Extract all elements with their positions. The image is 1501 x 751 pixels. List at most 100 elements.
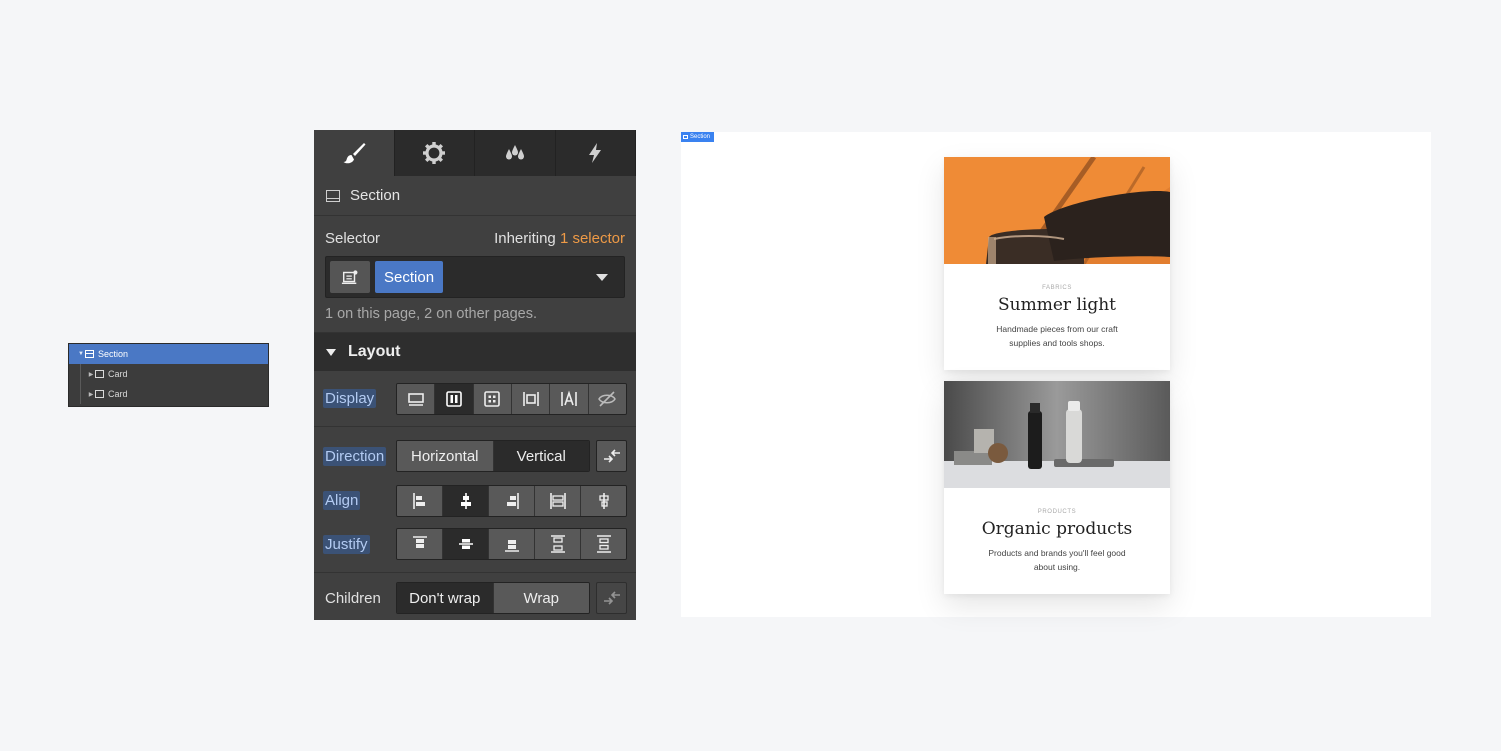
display-flex-icon: [446, 390, 462, 407]
section-icon: [85, 350, 94, 358]
align-end-icon: [506, 492, 519, 509]
display-inline-icon: [561, 389, 577, 406]
inheriting-selector-link[interactable]: 1 selector: [560, 230, 625, 247]
layout-title: Layout: [348, 343, 401, 360]
div-block-icon: [95, 390, 104, 398]
card[interactable]: FABRICS Summer light Handmade pieces fro…: [944, 157, 1170, 370]
tab-interactions[interactable]: [556, 130, 636, 176]
justify-end-button[interactable]: [489, 529, 535, 559]
paintbrush-icon: [343, 143, 366, 164]
navigator-item-label: Card: [108, 389, 128, 399]
justify-label: Justify: [323, 534, 370, 554]
justify-row: Justify: [314, 522, 636, 566]
class-tag-icon: [341, 270, 358, 285]
align-stretch-button[interactable]: [535, 485, 581, 516]
display-inline-button[interactable]: [550, 383, 589, 414]
selector-label: Selector: [325, 230, 381, 247]
align-center-button[interactable]: [443, 485, 489, 516]
align-baseline-button[interactable]: [581, 485, 626, 516]
tab-style-manager[interactable]: [475, 130, 556, 176]
display-options: [396, 382, 627, 415]
justify-center-icon: [458, 539, 473, 549]
justify-end-icon: [504, 540, 519, 552]
display-label-wrap: Display: [323, 389, 396, 408]
align-label-wrap: Align: [323, 491, 396, 510]
gear-icon: [423, 142, 446, 164]
reverse-arrows-icon: [603, 591, 620, 605]
div-block-icon: [95, 370, 104, 378]
align-start-button[interactable]: [397, 485, 443, 516]
section-badge-label: Section: [690, 134, 711, 140]
layout-section-header[interactable]: Layout: [314, 333, 636, 371]
display-block-icon: [407, 392, 424, 406]
align-stretch-icon: [549, 492, 566, 509]
children-row: Children Don't wrap Wrap: [314, 573, 636, 623]
card-category: PRODUCTS: [1037, 509, 1077, 515]
card[interactable]: PRODUCTS Organic products Products and b…: [944, 381, 1170, 594]
direction-row: Direction Horizontal Vertical: [314, 427, 636, 479]
style-panel: Section Selector Inheriting 1 selector S…: [314, 130, 636, 620]
align-end-button[interactable]: [489, 485, 535, 516]
justify-space-around-icon: [596, 535, 611, 553]
wrap-button[interactable]: Wrap: [493, 583, 589, 613]
bottles-image: [944, 381, 1170, 488]
justify-start-icon: [412, 536, 427, 548]
justify-space-around-button[interactable]: [581, 529, 626, 559]
caret-right-icon[interactable]: ▶: [87, 371, 95, 378]
direction-horizontal-button[interactable]: Horizontal: [397, 441, 494, 471]
display-label: Display: [323, 389, 377, 408]
designer-canvas[interactable]: Section FABRICS Summer light Handmade pi…: [681, 132, 1431, 617]
justify-start-button[interactable]: [397, 529, 443, 559]
card-description: Products and brands you'll feel good abo…: [988, 548, 1126, 572]
selector-field[interactable]: Section: [325, 256, 625, 298]
eye-slash-icon: [598, 390, 617, 407]
reverse-wrap-button[interactable]: [596, 582, 627, 614]
direction-label: Direction: [323, 446, 387, 466]
display-block-button[interactable]: [397, 383, 436, 414]
navigator-item-section[interactable]: ▼ Section: [69, 344, 268, 364]
selector-dropdown-icon[interactable]: [596, 273, 608, 281]
card-title: Summer light: [998, 295, 1116, 315]
direction-vertical-button[interactable]: Vertical: [493, 441, 589, 471]
justify-center-button[interactable]: [443, 529, 489, 559]
reverse-arrows-icon: [603, 449, 620, 463]
justify-space-between-icon: [550, 535, 565, 553]
section-badge[interactable]: Section: [681, 132, 715, 142]
tab-style[interactable]: [314, 130, 395, 176]
tab-settings[interactable]: [395, 130, 475, 176]
align-label: Align: [323, 491, 361, 510]
caret-down-icon[interactable]: ▼: [77, 351, 85, 357]
lightning-icon: [589, 143, 602, 163]
align-center-icon: [460, 492, 471, 509]
display-flex-button[interactable]: [435, 383, 474, 414]
caret-right-icon[interactable]: ▶: [87, 391, 95, 398]
display-none-button[interactable]: [588, 383, 626, 414]
display-inline-block-icon: [522, 391, 539, 406]
display-grid-icon: [484, 390, 501, 407]
navigator-item-card[interactable]: ▶ Card: [69, 384, 268, 404]
inheriting-prefix: Inheriting: [494, 230, 556, 247]
panel-tabs: [314, 130, 636, 176]
selector-state-button[interactable]: [330, 261, 370, 293]
justify-space-between-button[interactable]: [535, 529, 581, 559]
display-inline-block-button[interactable]: [511, 383, 551, 414]
direction-label-wrap: Direction: [323, 446, 396, 466]
navigator-item-label: Section: [98, 349, 129, 359]
selector-chip-section[interactable]: Section: [375, 261, 444, 293]
direction-options: Horizontal Vertical: [396, 440, 590, 472]
align-start-icon: [412, 492, 425, 509]
justify-label-wrap: Justify: [323, 534, 396, 554]
navigator-item-card[interactable]: ▶ Card: [69, 364, 268, 384]
display-grid-button[interactable]: [473, 383, 512, 414]
reverse-direction-button[interactable]: [596, 440, 627, 472]
dont-wrap-button[interactable]: Don't wrap: [397, 583, 494, 613]
card-image-products: [944, 381, 1170, 488]
align-baseline-icon: [598, 492, 609, 509]
navigator-panel: ▼ Section ▶ Card ▶ Card: [68, 343, 269, 407]
card-title: Organic products: [981, 519, 1133, 539]
fabric-chair-image: [944, 157, 1170, 264]
card-category: FABRICS: [1042, 285, 1072, 291]
section-icon: [683, 135, 688, 139]
children-wrap-options: Don't wrap Wrap: [396, 582, 590, 614]
selector-usage-note: 1 on this page, 2 on other pages.: [325, 306, 538, 322]
